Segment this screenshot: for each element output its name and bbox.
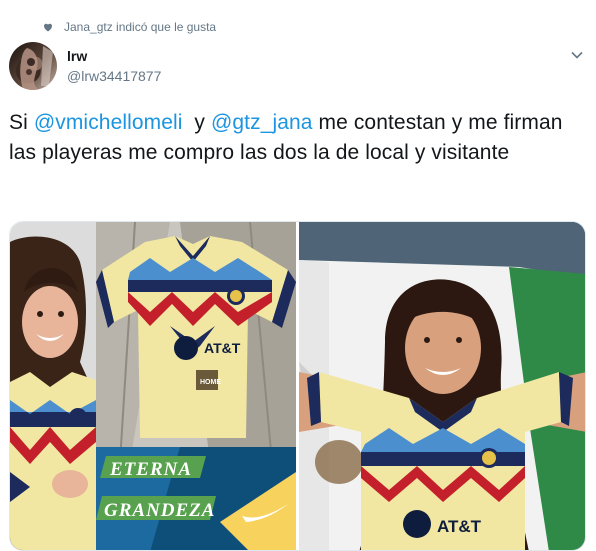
shirt-sponsor-text: AT&T — [204, 340, 241, 356]
media-photo-right[interactable]: AT&T — [299, 222, 585, 550]
avatar[interactable] — [9, 42, 57, 90]
heart-icon — [44, 23, 52, 32]
tweet-text-segment: y — [182, 111, 211, 134]
author-handle[interactable]: @lrw34417877 — [67, 68, 161, 84]
chevron-down-icon[interactable] — [570, 48, 584, 62]
social-context-text[interactable]: Jana_gtz indicó que le gusta — [64, 20, 216, 34]
social-context: Jana_gtz indicó que le gusta — [42, 19, 216, 35]
home-badge-text: HOME — [200, 379, 221, 386]
mention-link[interactable]: @vmichellomeli — [34, 111, 183, 134]
tweet-media[interactable]: AT&T HOME ETERNA GRANDEZA AT&T — [9, 221, 586, 551]
banner-top-text: ETERNA — [109, 459, 192, 480]
tweet-text-segment: Si — [9, 111, 34, 134]
mention-link[interactable]: @gtz_jana — [211, 111, 313, 134]
right-shirt-sponsor-text: AT&T — [437, 517, 482, 536]
banner-bottom-text: GRANDEZA — [104, 500, 215, 521]
media-photo-left[interactable]: AT&T HOME ETERNA GRANDEZA — [10, 222, 296, 550]
tweet-text: Si @vmichellomeli y @gtz_jana me contest… — [9, 108, 579, 168]
author-name[interactable]: lrw — [67, 48, 87, 64]
